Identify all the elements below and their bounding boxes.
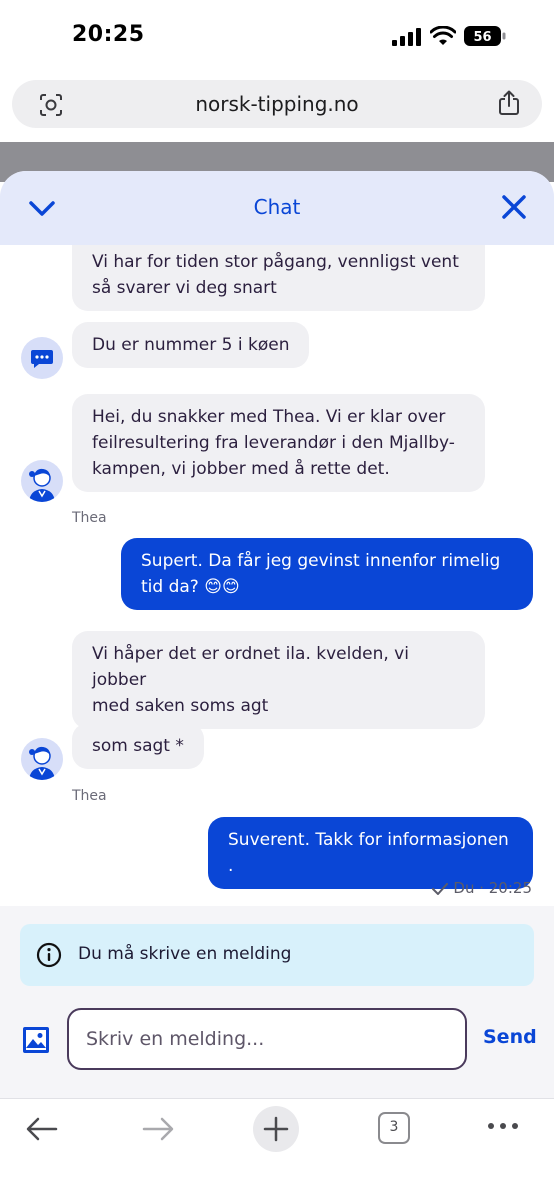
message-line: Du er nummer 5 i køen	[92, 335, 290, 355]
agent-portrait-icon	[29, 746, 55, 780]
sender-name: Thea	[72, 510, 107, 526]
new-tab-button[interactable]	[253, 1106, 299, 1152]
battery-level: 56	[473, 30, 491, 45]
send-button[interactable]: Send	[483, 1026, 537, 1048]
agent-portrait-icon	[29, 468, 55, 502]
agent-message: Vi håper det er ordnet ila. kvelden, vi …	[72, 631, 485, 729]
message-line: Supert. Da får jeg gevinst innenfor rime…	[141, 551, 501, 571]
user-message: Supert. Da får jeg gevinst innenfor rime…	[121, 538, 533, 610]
message-line: Hei, du snakker med Thea. Vi er klar ove…	[92, 407, 446, 427]
message-line: som sagt *	[92, 736, 184, 756]
message-line: så svarer vi deg snart	[92, 278, 277, 298]
battery-icon: 56	[464, 26, 506, 46]
tab-switcher-button[interactable]: 3	[378, 1112, 410, 1144]
sender-name: Thea	[72, 788, 107, 804]
notice-text: Du må skrive en melding	[78, 944, 292, 964]
message-line: kampen, vi jobber med å rette det.	[92, 459, 390, 479]
status-time: 20:25	[72, 22, 145, 47]
image-upload-icon[interactable]	[22, 1026, 50, 1054]
message-status: Du · 20:25	[431, 879, 532, 897]
message-input[interactable]	[67, 1008, 467, 1070]
chat-header: Chat	[0, 171, 554, 245]
system-message: Du er nummer 5 i køen	[72, 322, 310, 368]
message-line: med saken soms agt	[92, 696, 269, 716]
agent-avatar	[21, 460, 63, 502]
message-line: feilresultering fra leverandør i den Mja…	[92, 433, 455, 453]
plus-icon	[263, 1116, 289, 1142]
share-icon[interactable]	[498, 90, 520, 116]
message-list[interactable]: Vi har for tiden stor pågang, vennligst …	[0, 245, 554, 906]
status-bar: 20:25 56	[0, 0, 554, 72]
info-icon	[36, 942, 62, 968]
chat-panel: Chat Vi har for tiden stor pågang, vennl…	[0, 171, 554, 1098]
wifi-icon	[430, 26, 456, 45]
chat-title: Chat	[253, 195, 301, 219]
more-options-icon[interactable]	[486, 1121, 520, 1131]
message-line: Vi håper det er ordnet ila. kvelden, vi …	[92, 644, 409, 690]
agent-message: Hei, du snakker med Thea. Vi er klar ove…	[72, 394, 485, 492]
browser-url-area: norsk-tipping.no	[0, 72, 554, 142]
forward-arrow-icon[interactable]	[142, 1117, 174, 1141]
url-text[interactable]: norsk-tipping.no	[12, 92, 542, 116]
close-icon[interactable]	[500, 193, 528, 221]
chat-bot-avatar	[21, 337, 63, 379]
back-arrow-icon[interactable]	[26, 1117, 58, 1141]
validation-notice: Du må skrive en melding	[20, 924, 534, 986]
compose-area: Du må skrive en melding Send	[0, 906, 554, 1098]
agent-message: Vi har for tiden stor pågang, vennligst …	[72, 245, 485, 311]
message-line: tid da? 😊😊	[141, 577, 240, 597]
checkmark-icon	[432, 882, 449, 895]
message-line: Vi har for tiden stor pågang, vennligst …	[92, 252, 459, 272]
cellular-signal-icon	[392, 28, 421, 46]
agent-avatar	[21, 738, 63, 780]
agent-message: som sagt *	[72, 723, 204, 769]
message-line: Suverent. Takk for informasjonen .	[228, 830, 509, 876]
browser-toolbar: 3	[0, 1098, 554, 1200]
chat-bubble-icon	[31, 350, 53, 368]
address-bar[interactable]: norsk-tipping.no	[12, 80, 542, 128]
message-meta-text: Du · 20:25	[453, 879, 532, 897]
